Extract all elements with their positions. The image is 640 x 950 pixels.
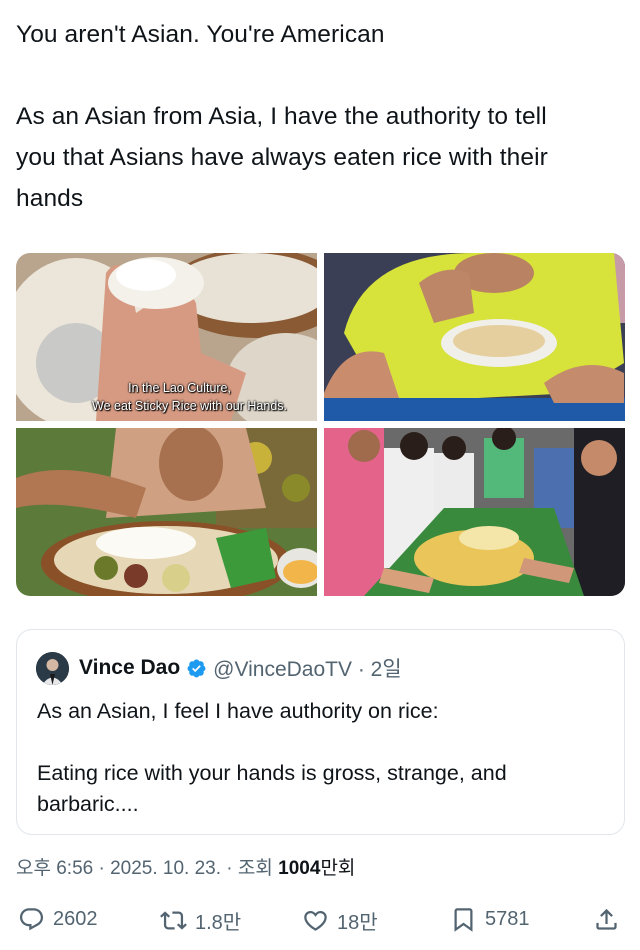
- view-count: 1004: [278, 858, 321, 879]
- view-count-unit: 만회: [320, 858, 356, 879]
- quoted-tweet-header: Vince Dao @VinceDaoTV · 2일: [36, 650, 402, 686]
- verified-badge-icon: [187, 659, 206, 677]
- reply-button[interactable]: 2602: [18, 906, 98, 933]
- tweet-line: As an Asian from Asia, I have the author…: [16, 103, 547, 130]
- repost-button[interactable]: 1.8만: [160, 906, 241, 935]
- photo-caption: In the Lao Culture,: [128, 381, 231, 395]
- tweet-line: you that Asians have always eaten rice w…: [16, 144, 548, 171]
- reply-icon: [19, 908, 44, 931]
- photo-man-eating[interactable]: [16, 428, 317, 596]
- repost-count: 1.8만: [195, 912, 242, 934]
- tweet-meta: 오후 6:56 · 2025. 10. 23. · 조회 1004만회: [16, 853, 355, 880]
- avatar[interactable]: [36, 651, 69, 685]
- bookmark-icon: [454, 908, 473, 932]
- photo-yellow-shirt[interactable]: [324, 253, 625, 421]
- photo-group-meal[interactable]: [324, 428, 625, 596]
- retweet-icon: [160, 911, 187, 930]
- quoted-line: barbaric....: [37, 792, 139, 816]
- like-count: 18만: [337, 912, 378, 934]
- quoted-tweet[interactable]: Vince Dao @VinceDaoTV · 2일 As an Asian, …: [16, 629, 625, 835]
- like-button[interactable]: 18만: [302, 906, 378, 935]
- photo-caption: We eat Sticky Rice with our Hands.: [92, 399, 287, 413]
- tweet-text: You aren't Asian. You're American As an …: [16, 14, 624, 219]
- tweet-line: hands: [16, 185, 84, 212]
- heart-icon: [304, 910, 327, 931]
- quoted-line: As an Asian, I feel I have authority on …: [37, 699, 439, 723]
- photo-sticky-rice[interactable]: In the Lao Culture, We eat Sticky Rice w…: [16, 253, 317, 421]
- media-grid: In the Lao Culture, We eat Sticky Rice w…: [16, 253, 625, 596]
- bookmark-count: 5781: [485, 908, 530, 930]
- quoted-author-handle[interactable]: @VinceDaoTV · 2일: [213, 653, 402, 683]
- reply-count: 2602: [53, 908, 98, 930]
- timestamp[interactable]: 오후 6:56 · 2025. 10. 23. · 조회: [16, 858, 278, 879]
- share-icon: [596, 908, 617, 930]
- action-bar: 2602 1.8만 18만 5781: [16, 900, 624, 944]
- share-button[interactable]: [593, 906, 620, 933]
- tweet-line: You aren't Asian. You're American: [16, 21, 385, 48]
- quoted-author-name[interactable]: Vince Dao: [79, 656, 180, 680]
- quoted-tweet-text: As an Asian, I feel I have authority on …: [37, 696, 607, 820]
- quoted-line: Eating rice with your hands is gross, st…: [37, 761, 507, 785]
- bookmark-button[interactable]: 5781: [450, 906, 530, 933]
